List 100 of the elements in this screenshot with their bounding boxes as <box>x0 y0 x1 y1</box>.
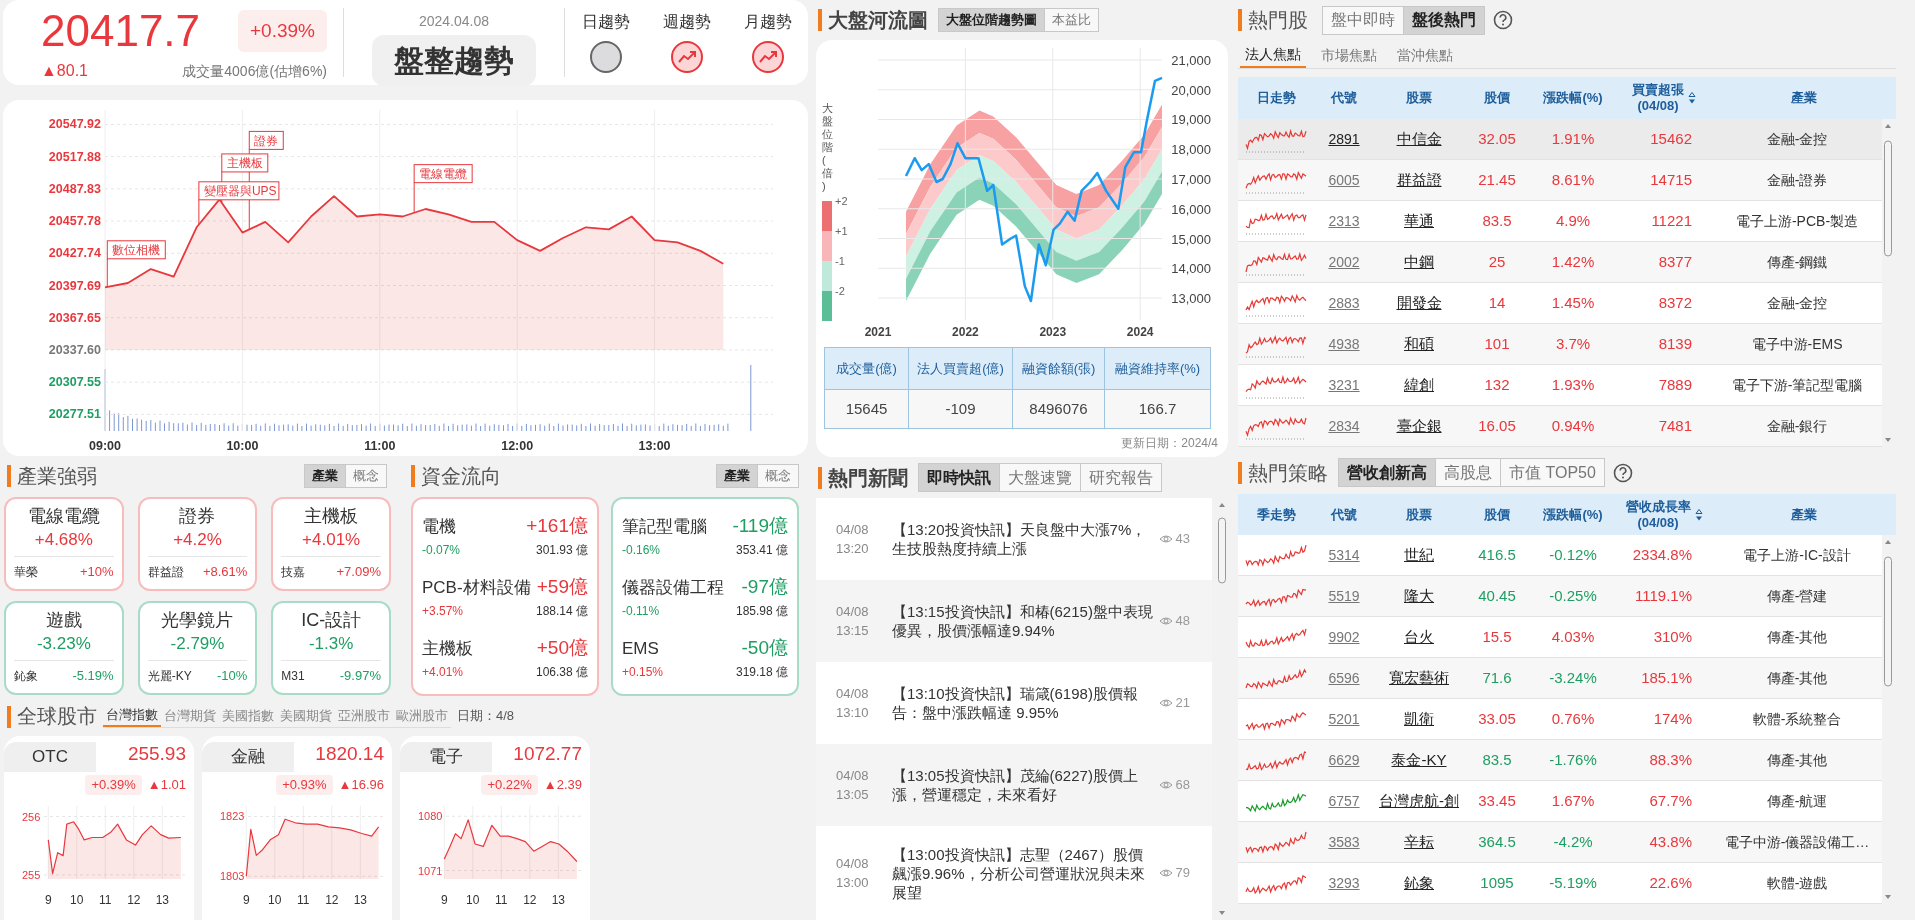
table-row[interactable]: 9902 台火 15.5 4.03% 310% 傳產-其他 <box>1238 617 1882 658</box>
stock-code[interactable]: 2313 <box>1328 210 1360 232</box>
tab[interactable]: 概念 <box>345 465 386 488</box>
stock-name[interactable]: 鈊象 <box>1404 871 1434 895</box>
tab[interactable]: 產業 <box>717 465 757 488</box>
tab[interactable]: 市場焦點 <box>1316 42 1382 68</box>
stock-name[interactable]: 泰金-KY <box>1391 748 1447 772</box>
column-header[interactable]: 產業 <box>1712 88 1896 108</box>
table-row[interactable]: 2834 臺企銀 16.05 0.94% 7481 金融-銀行 <box>1238 406 1882 447</box>
stock-code[interactable]: 2002 <box>1328 251 1360 273</box>
table-row[interactable]: 5519 隆大 40.45 -0.25% 1119.1% 傳產-營建 <box>1238 576 1882 617</box>
column-header[interactable]: 季走勢 <box>1238 504 1314 525</box>
stock-code[interactable]: 5201 <box>1328 708 1360 730</box>
table-row[interactable]: 5314 世紀 416.5 -0.12% 2334.8% 電子上游-IC-設計 <box>1238 535 1882 576</box>
tab[interactable]: 市值 TOP50 <box>1500 459 1604 486</box>
market-card[interactable]: 金融 1820.14 +0.93% ▲16.96 9 10 11 12 13 1823 1803 <box>202 736 392 920</box>
tab[interactable]: 即時快訊 <box>919 464 999 491</box>
industry-card[interactable]: 主機板 +4.01% 技嘉 +7.09% <box>271 497 391 592</box>
market-card[interactable]: OTC 255.93 +0.39% ▲1.01 9 10 11 12 13 256 255 <box>4 736 194 920</box>
stock-name[interactable]: 辛耘 <box>1404 830 1434 854</box>
tab[interactable]: 本益比 <box>1044 9 1098 31</box>
tab[interactable]: 台灣指數 <box>103 705 161 727</box>
stock-name[interactable]: 華通 <box>1404 209 1434 233</box>
industry-card[interactable]: 光學鏡片 -2.79% 光麗-KY -10% <box>137 601 258 696</box>
tab[interactable]: 研究報告 <box>1080 464 1161 491</box>
stock-code[interactable]: 6005 <box>1328 169 1360 191</box>
column-header[interactable]: 漲跌幅(%) <box>1530 504 1616 525</box>
industry-card[interactable]: 電線電纜 +4.68% 華榮 +10% <box>4 497 124 592</box>
table-row[interactable]: 3293 鈊象 1095 -5.19% 22.6% 軟體-遊戲 <box>1238 863 1882 904</box>
column-header[interactable]: 代號 <box>1314 88 1374 108</box>
table-row[interactable]: 6629 泰金-KY 83.5 -1.76% 88.3% 傳產-其他 <box>1238 740 1882 781</box>
stock-name[interactable]: 凱衛 <box>1404 707 1434 731</box>
news-item[interactable]: 04/08 13:20 【13:20投資快訊】天良盤中大漲7%，生技股熱度持續上漲 43 <box>816 498 1213 580</box>
tab[interactable]: 大盤位階趨勢圖 <box>939 9 1044 31</box>
stock-name[interactable]: 群益證 <box>1396 168 1442 192</box>
column-header[interactable]: 漲跌幅(%) <box>1530 88 1616 108</box>
stock-name[interactable]: 寬宏藝術 <box>1389 666 1449 690</box>
help-icon[interactable] <box>1612 462 1633 483</box>
stock-code[interactable]: 3293 <box>1328 872 1360 894</box>
tab[interactable]: 當沖焦點 <box>1392 42 1458 68</box>
industry-card[interactable]: IC-設計 -1.3% M31 -9.97% <box>271 601 391 696</box>
table-row[interactable]: 4938 和碩 101 3.7% 8139 電子中游-EMS <box>1238 324 1882 365</box>
news-item[interactable]: 04/08 13:10 【13:10投資快訊】瑞箴(6198)股價報告：盤中漲跌幅達 9.95% 21 <box>816 662 1213 744</box>
industry-card[interactable]: 遊戲 -3.23% 鈊象 -5.19% <box>4 601 124 696</box>
tab[interactable]: 高股息 <box>1435 459 1500 486</box>
stock-name[interactable]: 臺企銀 <box>1396 414 1442 438</box>
stock-code[interactable]: 4938 <box>1328 333 1360 355</box>
table-row[interactable]: 6005 群益證 21.45 8.61% 14715 金融-證券 <box>1238 160 1882 201</box>
stock-code[interactable]: 6629 <box>1328 749 1360 771</box>
stock-code[interactable]: 6757 <box>1328 790 1360 812</box>
stock-name[interactable]: 緯創 <box>1404 373 1434 397</box>
tab[interactable]: 盤中即時 <box>1323 6 1403 34</box>
column-header[interactable]: 股票 <box>1374 88 1464 108</box>
stock-name[interactable]: 開發金 <box>1396 291 1442 315</box>
column-header[interactable]: (04/08) <box>1637 514 1679 531</box>
stock-code[interactable]: 5519 <box>1328 585 1360 607</box>
stock-code[interactable]: 3583 <box>1328 831 1360 853</box>
table-row[interactable]: 5201 凱衛 33.05 0.76% 174% 軟體-系統整合 <box>1238 699 1882 740</box>
column-header[interactable]: 股價 <box>1464 504 1530 525</box>
help-icon[interactable] <box>1493 10 1513 30</box>
column-header[interactable]: 買賣超張 <box>1632 82 1684 98</box>
stock-code[interactable]: 2883 <box>1328 292 1360 314</box>
stock-name[interactable]: 隆大 <box>1404 584 1434 608</box>
column-header[interactable]: 股票 <box>1374 504 1464 525</box>
stock-code[interactable]: 5314 <box>1328 544 1360 566</box>
tab[interactable]: 概念 <box>757 465 798 488</box>
market-card[interactable]: 電子 1072.77 +0.22% ▲2.39 9 10 11 12 13 1080 1071 <box>400 736 590 920</box>
column-header[interactable]: (04/08) <box>1637 98 1679 114</box>
stock-code[interactable]: 6596 <box>1328 667 1360 689</box>
stock-name[interactable]: 中鋼 <box>1404 250 1434 274</box>
table-row[interactable]: 6596 寬宏藝術 71.6 -3.24% 185.1% 傳產-其他 <box>1238 658 1882 699</box>
stock-name[interactable]: 台火 <box>1404 625 1434 649</box>
tab[interactable]: 產業 <box>305 465 345 488</box>
stock-name[interactable]: 中信金 <box>1396 127 1442 151</box>
table-row[interactable]: 2883 開發金 14 1.45% 8372 金融-金控 <box>1238 283 1882 324</box>
news-item[interactable]: 04/08 13:00 【13:00投資快訊】志聖（2467）股價飆漲9.96%，分析公司營運狀況與未來展望 79 <box>816 826 1213 920</box>
table-row[interactable]: 2891 中信金 32.05 1.91% 15462 金融-金控 <box>1238 119 1882 160</box>
stock-code[interactable]: 3231 <box>1328 374 1360 396</box>
table-row[interactable]: 2313 華通 83.5 4.9% 11221 電子上游-PCB-製造 <box>1238 201 1882 242</box>
table-row[interactable]: 3231 緯創 132 1.93% 7889 電子下游-筆記型電腦 <box>1238 365 1882 406</box>
sort-icon[interactable] <box>1688 91 1696 105</box>
table-row[interactable]: 3583 辛耘 364.5 -4.2% 43.8% 電子中游-儀器設備工… <box>1238 822 1882 863</box>
sort-icon[interactable] <box>1694 507 1703 522</box>
column-header[interactable]: 股價 <box>1464 88 1530 108</box>
stock-code[interactable]: 2834 <box>1328 415 1360 437</box>
stock-name[interactable]: 和碩 <box>1404 332 1434 356</box>
column-header[interactable]: 營收成長率 <box>1625 498 1691 515</box>
tab[interactable]: 營收創新高 <box>1339 459 1435 486</box>
tab[interactable]: 法人焦點 <box>1240 42 1306 68</box>
table-row[interactable]: 2002 中鋼 25 1.42% 8377 傳產-鋼鐵 <box>1238 242 1882 283</box>
stock-name[interactable]: 台灣虎航-創 <box>1379 789 1459 813</box>
column-header[interactable]: 日走勢 <box>1238 88 1314 108</box>
stock-code[interactable]: 9902 <box>1328 626 1360 648</box>
stock-code[interactable]: 2891 <box>1328 128 1360 150</box>
tab[interactable]: 盤後熱門 <box>1403 6 1484 34</box>
column-header[interactable]: 產業 <box>1712 504 1896 525</box>
column-header[interactable]: 代號 <box>1314 504 1374 525</box>
tab[interactable]: 大盤速覽 <box>999 464 1080 491</box>
industry-card[interactable]: 證券 +4.2% 群益證 +8.61% <box>137 497 258 592</box>
table-row[interactable]: 6757 台灣虎航-創 33.45 1.67% 67.7% 傳產-航運 <box>1238 781 1882 822</box>
